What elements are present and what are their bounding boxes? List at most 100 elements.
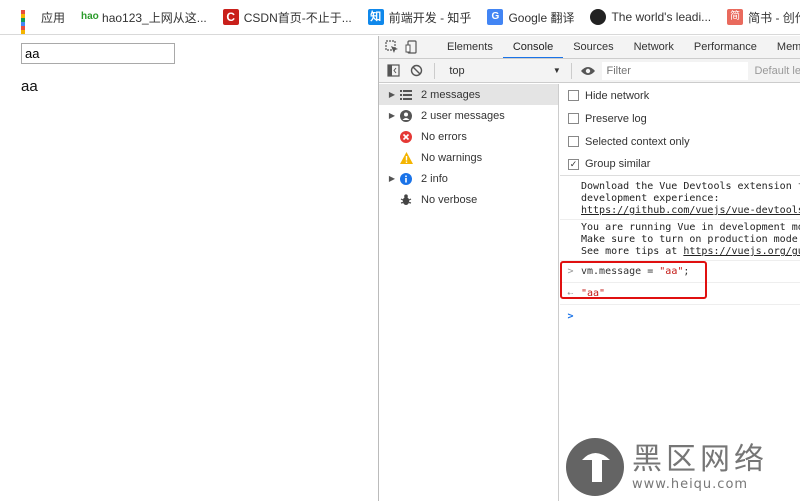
jianshu-icon: 简 — [727, 9, 744, 25]
bookmark-hao123[interactable]: hao hao123_上网从这... — [81, 4, 207, 30]
devtools-link[interactable]: https://github.com/vuejs/vue-devtools — [581, 205, 800, 216]
option-preserve-log[interactable]: Preserve log — [560, 107, 800, 130]
sidebar-toggle-icon[interactable] — [385, 62, 402, 80]
bookmark-zhihu[interactable]: 知 前端开发 - 知乎 — [367, 4, 471, 30]
sidebar-item-user-messages[interactable]: ▶ 2 user messages — [379, 105, 558, 126]
input-chevron-icon: > — [567, 266, 574, 277]
option-label: Selected context only — [585, 135, 690, 148]
message-line: development experience: — [581, 193, 720, 204]
message-line: Download the Vue Devtools extension fo — [581, 181, 800, 192]
tab-sources[interactable]: Sources — [563, 36, 623, 58]
csdn-icon: C — [222, 9, 239, 25]
sidebar-item-warnings[interactable]: No warnings — [379, 147, 558, 168]
devtools-panel: Elements Console Sources Network Perform… — [378, 36, 800, 501]
bookmark-github[interactable]: The world's leadi... — [590, 4, 711, 30]
console-command: > vm.message = "aa"; — [560, 261, 800, 283]
zhihu-icon: 知 — [367, 9, 384, 25]
sidebar-item-info[interactable]: ▶ 2 info — [379, 168, 558, 189]
tab-network[interactable]: Network — [624, 36, 684, 58]
toolbar-divider — [570, 62, 572, 79]
checkbox-selected-context[interactable] — [568, 136, 579, 147]
tab-console[interactable]: Console — [502, 36, 564, 58]
expand-arrow-icon: ▶ — [388, 90, 396, 99]
message-input[interactable] — [21, 43, 175, 64]
guide-link[interactable]: https://vuejs.org/gui — [683, 246, 800, 257]
console-toolbar: top ▼ Default le — [379, 59, 800, 83]
sidebar-item-errors[interactable]: No errors — [379, 126, 558, 147]
github-icon — [590, 9, 607, 25]
sidebar-item-label: 2 info — [421, 172, 448, 185]
watermark-url: www.heiqu.com — [632, 476, 749, 492]
bookmarks-bar: 应用 hao hao123_上网从这... C CSDN首页-不止于... 知 … — [0, 0, 800, 35]
error-icon — [399, 130, 413, 144]
message-line: See more tips at — [581, 246, 684, 257]
command-code: vm.message = — [581, 266, 660, 277]
watermark: 黑区网络 www.heiqu.com — [566, 433, 800, 501]
screen: 应用 hao hao123_上网从这... C CSDN首页-不止于... 知 … — [0, 0, 800, 501]
message-output: aa — [21, 78, 38, 95]
clear-console-icon[interactable] — [408, 62, 425, 80]
bookmark-label: hao123_上网从这... — [102, 10, 207, 25]
option-group-similar[interactable]: ✓ Group similar — [560, 153, 800, 176]
bookmark-label: Google 翻译 — [508, 10, 575, 25]
sidebar-item-verbose[interactable]: No verbose — [379, 189, 558, 210]
apps-grid-icon — [20, 9, 36, 34]
inspect-element-icon[interactable] — [385, 38, 399, 56]
message-line: Make sure to turn on production mode w — [581, 234, 800, 245]
bookmark-label: The world's leadi... — [611, 10, 712, 24]
option-label: Preserve log — [585, 112, 647, 125]
expand-arrow-icon: ▶ — [388, 174, 396, 183]
message-line: You are running Vue in development mod — [581, 222, 800, 233]
sidebar-item-label: No errors — [421, 130, 467, 143]
hao123-icon: hao — [81, 11, 99, 22]
result-arrow-icon: ⇠ — [567, 288, 574, 299]
user-icon — [399, 109, 413, 123]
bookmark-label: 简书 - 创作你的 — [748, 10, 800, 25]
bookmark-csdn[interactable]: C CSDN首页-不止于... — [222, 4, 352, 30]
tab-elements[interactable]: Elements — [437, 36, 503, 58]
page-viewport: aa — [0, 36, 378, 501]
expand-arrow-icon: ▶ — [388, 111, 396, 120]
sidebar-item-label: 2 messages — [421, 88, 481, 101]
checkbox-group-similar[interactable]: ✓ — [568, 158, 579, 170]
console-sidebar: ▶ 2 messages ▶ 2 user messages No errors — [379, 84, 559, 501]
context-label: top — [449, 64, 465, 77]
command-string: "aa" — [659, 266, 684, 277]
result-value: "aa" — [581, 288, 606, 299]
watermark-logo-icon — [566, 438, 624, 496]
tab-memory[interactable]: Memo — [767, 36, 800, 58]
sidebar-item-label: No verbose — [421, 193, 478, 206]
log-levels-dropdown[interactable]: Default le — [754, 65, 800, 77]
bookmark-apps[interactable]: 应用 — [20, 4, 66, 34]
checkbox-hide-network[interactable] — [568, 90, 579, 101]
google-translate-icon: G — [487, 9, 504, 25]
sidebar-item-label: No warnings — [421, 151, 483, 164]
console-message: Download the Vue Devtools extension fo d… — [560, 179, 800, 220]
sidebar-item-messages[interactable]: ▶ 2 messages — [379, 84, 558, 105]
option-selected-context-only[interactable]: Selected context only — [560, 130, 800, 153]
console-message: You are running Vue in development mod M… — [560, 220, 800, 261]
checkbox-preserve-log[interactable] — [568, 113, 579, 124]
bookmark-google-translate[interactable]: G Google 翻译 — [487, 4, 574, 30]
bookmark-label: 应用 — [41, 10, 66, 25]
device-toggle-icon[interactable] — [405, 38, 419, 56]
tab-performance[interactable]: Performance — [684, 36, 767, 58]
console-filter-input[interactable] — [602, 61, 749, 80]
option-label: Hide network — [585, 89, 650, 102]
sidebar-item-label: 2 user messages — [421, 109, 505, 122]
context-selector[interactable]: top ▼ — [449, 65, 560, 77]
bookmark-label: CSDN首页-不止于... — [243, 10, 352, 25]
console-result: ⇠ "aa" — [560, 283, 800, 305]
toolbar-divider — [434, 62, 436, 79]
devtools-tab-bar: Elements Console Sources Network Perform… — [379, 36, 800, 59]
list-icon — [399, 88, 413, 102]
bookmark-jianshu[interactable]: 简 简书 - 创作你的 — [727, 4, 800, 30]
option-hide-network[interactable]: Hide network — [560, 84, 800, 107]
verbose-bug-icon — [399, 193, 413, 207]
prompt-chevron-icon: > — [567, 310, 574, 322]
watermark-title: 黑区网络 — [632, 441, 768, 477]
eye-icon[interactable] — [580, 62, 597, 80]
warning-icon — [399, 151, 413, 165]
console-prompt[interactable]: > — [560, 305, 800, 327]
option-label: Group similar — [585, 158, 651, 170]
